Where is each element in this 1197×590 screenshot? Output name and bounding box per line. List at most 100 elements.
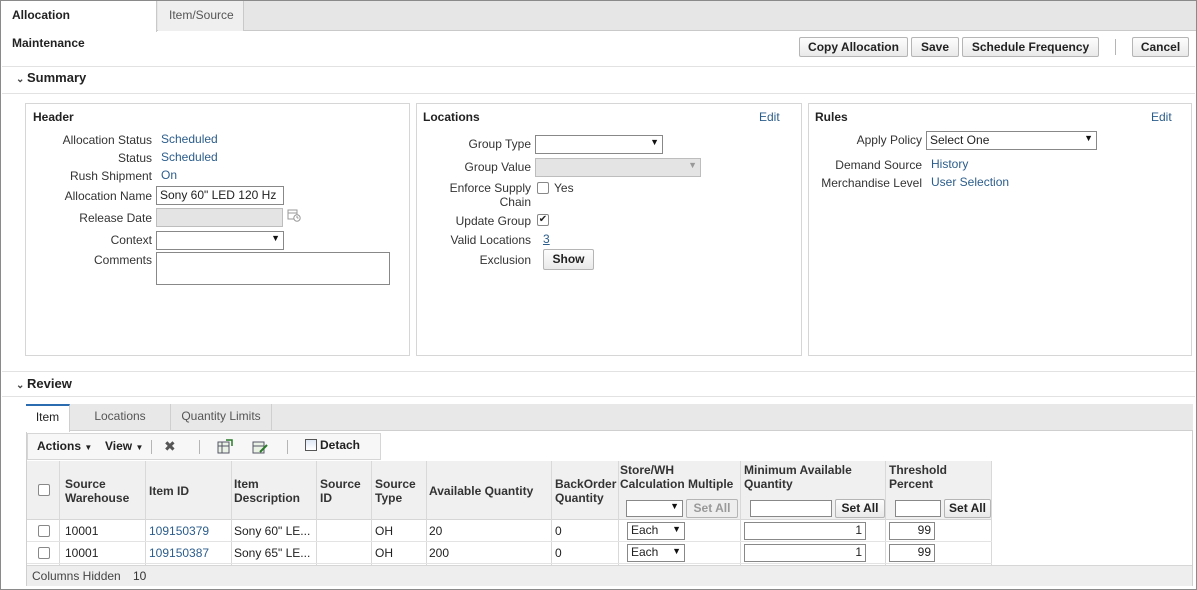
update-group-checkbox[interactable]: ✔ (537, 214, 549, 226)
cancel-button[interactable]: Cancel (1132, 37, 1189, 57)
row-calc-multiple-value: Each (631, 545, 659, 559)
divider (2, 93, 1195, 94)
row-calc-multiple-select[interactable]: Each ▼ (627, 522, 685, 540)
threshold-set-all-input[interactable] (895, 500, 941, 517)
col-source-type[interactable]: Source Type (375, 477, 416, 505)
dropdown-arrow-icon: ▼ (672, 524, 681, 534)
demand-source-label: Demand Source (835, 158, 922, 172)
schedule-frequency-button[interactable]: Schedule Frequency (962, 37, 1099, 57)
row-backorder-quantity: 0 (555, 524, 562, 538)
calendar-icon[interactable] (287, 208, 301, 222)
top-tab-bar: Allocation Maintenance Item/Source (1, 1, 1196, 50)
row-checkbox[interactable] (38, 525, 50, 537)
row-item-id-link[interactable]: 109150387 (149, 546, 209, 560)
toolbar-divider (151, 440, 152, 454)
col-available-quantity[interactable]: Available Quantity (429, 484, 533, 498)
dropdown-arrow-icon: ▼ (670, 501, 679, 511)
enforce-supply-chain-label: Enforce Supply (449, 181, 531, 195)
col-source-warehouse[interactable]: Source Warehouse (65, 477, 129, 505)
review-section-header[interactable]: ⌄ Review (16, 376, 72, 391)
merchandise-level-value: User Selection (931, 175, 1010, 189)
rules-panel-title: Rules (815, 110, 848, 124)
group-value-select: ▼ (535, 158, 701, 177)
divider (2, 371, 1195, 372)
review-tab-quantity-limits[interactable]: Quantity Limits (171, 404, 272, 431)
row-item-id-link[interactable]: 109150379 (149, 524, 209, 538)
comments-label: Comments (93, 253, 152, 267)
review-tab-locations[interactable]: Locations (70, 404, 171, 431)
chevron-down-icon: ⌄ (16, 380, 25, 391)
valid-locations-link[interactable]: 3 (543, 232, 550, 246)
exclusion-show-button[interactable]: Show (543, 249, 594, 270)
row-available-quantity: 20 (429, 524, 443, 538)
actions-menu[interactable]: Actions ▼ (37, 439, 92, 453)
enforce-supply-chain-checkbox[interactable] (537, 182, 549, 194)
col-source-id[interactable]: Source ID (320, 477, 361, 505)
actions-toolbar: Actions ▼ View ▼ ✖ Detach (27, 433, 381, 460)
rush-shipment-value: On (161, 168, 178, 182)
row-threshold-input[interactable]: 99 (889, 522, 935, 540)
select-all-checkbox[interactable] (38, 484, 50, 496)
col-backorder-quantity[interactable]: BackOrder Quantity (555, 477, 616, 505)
row-source-warehouse: 10001 (65, 524, 99, 538)
review-tab-item[interactable]: Item (26, 404, 70, 432)
group-value-label: Group Value (464, 160, 532, 174)
context-select[interactable]: ▼ (156, 231, 284, 250)
apply-policy-label: Apply Policy (856, 133, 922, 147)
group-type-select[interactable]: ▼ (535, 135, 663, 154)
col-minimum-available-quantity[interactable]: Minimum Available Quantity (744, 463, 852, 491)
group-type-label: Group Type (468, 137, 531, 151)
rules-edit-link[interactable]: Edit (1151, 110, 1172, 124)
calc-multiple-set-all-button: Set All (686, 499, 738, 518)
delete-icon[interactable]: ✖ (164, 438, 176, 455)
col-item-id[interactable]: Item ID (149, 484, 189, 498)
col-store-wh-calc-multiple[interactable]: Store/WH Calculation Multiple (620, 463, 733, 491)
release-date-label: Release Date (79, 211, 152, 225)
min-available-set-all-input[interactable] (750, 500, 832, 517)
dropdown-arrow-icon: ▼ (271, 233, 280, 243)
valid-locations-label: Valid Locations (450, 233, 532, 247)
toolbar-divider (1115, 39, 1116, 55)
view-menu[interactable]: View ▼ (105, 439, 143, 453)
context-label: Context (110, 233, 152, 247)
threshold-set-all-button[interactable]: Set All (944, 499, 991, 518)
comments-textarea[interactable] (156, 252, 390, 285)
detach-button[interactable]: Detach (305, 438, 360, 452)
row-calc-multiple-select[interactable]: Each ▼ (627, 544, 685, 562)
edit-table-icon[interactable] (252, 439, 268, 458)
rush-shipment-label: Rush Shipment (69, 169, 152, 183)
dropdown-arrow-icon: ▼ (1084, 133, 1093, 143)
enforce-supply-chain-option-label: Yes (554, 181, 574, 195)
row-available-quantity: 200 (429, 546, 450, 560)
row-min-available-input[interactable]: 1 (744, 544, 866, 562)
tab-allocation-maintenance[interactable]: Allocation Maintenance (1, 1, 157, 50)
calc-multiple-set-all-select[interactable]: ▼ (626, 500, 683, 517)
col-threshold-percent[interactable]: Threshold Percent (889, 463, 947, 491)
row-calc-multiple-value: Each (631, 523, 659, 537)
divider (2, 396, 1195, 397)
update-group-label: Update Group (455, 214, 531, 228)
allocation-status-value: Scheduled (161, 132, 218, 146)
columns-hidden-label: Columns Hidden (32, 569, 121, 583)
col-item-description[interactable]: Item Description (234, 477, 300, 505)
dropdown-arrow-icon: ▼ (688, 160, 697, 170)
row-source-type: OH (375, 524, 393, 538)
row-min-available-input[interactable]: 1 (744, 522, 866, 540)
allocation-name-input[interactable]: Sony 60" LED 120 Hz (156, 186, 284, 205)
exclusion-label: Exclusion (479, 253, 531, 267)
summary-section-header[interactable]: ⌄ Summary (16, 70, 86, 85)
summary-title: Summary (27, 70, 87, 85)
demand-source-value: History (931, 157, 969, 171)
min-available-set-all-button[interactable]: Set All (835, 499, 885, 518)
detach-label: Detach (320, 438, 361, 452)
chevron-down-icon: ⌄ (16, 74, 25, 85)
row-threshold-input[interactable]: 99 (889, 544, 935, 562)
apply-policy-select[interactable]: Select One ▼ (926, 131, 1097, 150)
save-button[interactable]: Save (911, 37, 959, 57)
locations-edit-link[interactable]: Edit (759, 110, 780, 124)
tab-item-source[interactable]: Item/Source (158, 1, 244, 31)
row-item-description: Sony 65" LE... (234, 546, 311, 560)
export-icon[interactable] (217, 439, 233, 458)
copy-allocation-button[interactable]: Copy Allocation (799, 37, 908, 57)
row-checkbox[interactable] (38, 547, 50, 559)
